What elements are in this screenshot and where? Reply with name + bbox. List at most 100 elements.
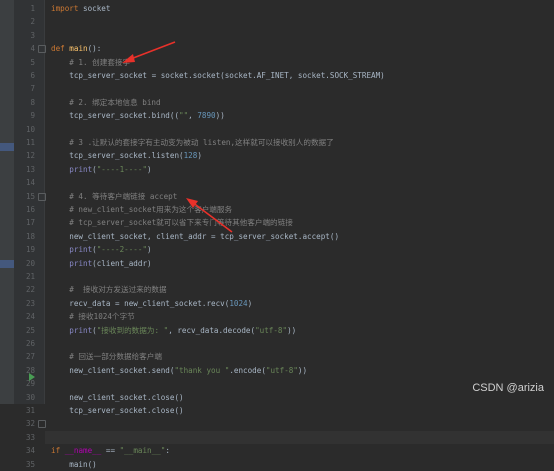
line-number: 3 (30, 30, 35, 40)
code-line[interactable]: 28 new_client_socket.send("thank you ".e… (26, 364, 554, 377)
code-line[interactable]: 8 # 2. 绑定本地信息 bind (30, 96, 554, 109)
code-line[interactable]: 34 if __name__ == "__main__": (26, 444, 554, 457)
code-token: .encode( (229, 365, 266, 375)
code-line[interactable]: 33 (26, 430, 554, 444)
code-token: , recv_data.decode( (168, 325, 256, 335)
line-number: 12 (25, 151, 35, 161)
code-token: # 接收1024个字节 (51, 312, 135, 322)
code-token: 128 (183, 151, 198, 161)
code-line[interactable]: 31 tcp_server_socket.close() (26, 404, 554, 417)
code-line[interactable]: 21 (26, 270, 554, 283)
code-token: "接收到的数据为: " (96, 325, 169, 335)
code-text: new_client_socket.close() (51, 391, 183, 404)
code-line[interactable]: 18 new_client_socket, client_addr = tcp_… (26, 230, 554, 243)
code-token: new_client_socket, client_addr = tcp_ser… (51, 231, 340, 241)
fold-marker-icon[interactable] (38, 192, 46, 201)
code-line[interactable]: 11 # 3 .让默认的套接字有主动变为被动 listen,这样就可以接收别人的… (26, 136, 554, 149)
code-token: )) (287, 325, 297, 335)
code-text: new_client_socket, client_addr = tcp_ser… (51, 230, 339, 243)
fold-marker-icon[interactable] (38, 45, 46, 54)
line-number: 31 (25, 406, 35, 415)
code-text: new_client_socket.send("thank you ".enco… (51, 364, 307, 377)
code-line[interactable]: 25 print("接收到的数据为: ", recv_data.decode("… (26, 324, 554, 337)
code-line[interactable]: 13 print("----1----") (26, 163, 554, 176)
code-token: (): (87, 44, 102, 54)
code-text: tcp_server_socket = socket.socket(socket… (51, 69, 384, 82)
code-token: # 4. 等待客户端链接 accept (51, 191, 178, 201)
code-token: 1024 (229, 298, 248, 308)
code-line[interactable]: 26 (26, 337, 554, 350)
code-line[interactable]: 12 tcp_server_socket.listen(128) (26, 149, 554, 162)
code-token: tcp_server_socket.bind(( (51, 111, 180, 121)
line-number: 35 (25, 459, 35, 469)
code-token: "utf-8" (255, 325, 288, 335)
code-token: ) (147, 164, 152, 174)
code-token: == (101, 446, 120, 456)
code-line[interactable]: 32 (26, 417, 554, 430)
code-line[interactable]: 24 # 接收1024个字节 (26, 310, 554, 323)
code-token: def (51, 44, 65, 54)
code-line[interactable]: 3 (30, 29, 554, 42)
code-line[interactable]: 27 # 回送一部分数据给客户端 (26, 350, 554, 363)
code-token: # new_client_socket用来为这个客户端服务 (51, 205, 233, 214)
line-number: 23 (25, 298, 35, 308)
line-number: 13 (25, 164, 35, 174)
code-line[interactable]: 9 tcp_server_socket.bind(("", 7890)) (30, 109, 554, 122)
code-text: # 4. 等待客户端链接 accept (51, 190, 177, 203)
code-text: # 回送一部分数据给客户端 (51, 350, 162, 363)
line-number: 18 (25, 231, 35, 241)
code-line[interactable]: 4 def main(): (30, 42, 554, 55)
code-text: tcp_server_socket.close() (51, 404, 184, 417)
code-token: "utf-8" (265, 365, 298, 375)
run-icon[interactable] (29, 373, 35, 381)
code-editor[interactable]: 1 import socket 2 3 4 def main(): 5 # 1. 创建套接字… (26, 0, 554, 469)
code-text: # new_client_socket用来为这个客户端服务 (51, 203, 232, 216)
code-line[interactable]: 7 (30, 82, 554, 95)
code-line[interactable]: 35 main() (26, 458, 554, 471)
code-line[interactable]: 23 recv_data = new_client_socket.recv(10… (26, 297, 554, 310)
code-text: print(client_addr) (51, 257, 151, 270)
code-line[interactable]: 17 # tcp_server_socket就可以省下来专门等待其他客户端的链接 (26, 216, 554, 229)
code-text: # 1. 创建套接字 (51, 56, 130, 69)
code-token: ) (197, 151, 202, 161)
code-line[interactable]: 20 print(client_addr) (26, 257, 554, 270)
code-line[interactable]: 22 # 接收对方发送过来的数据 (26, 283, 554, 296)
code-token: , (188, 111, 198, 121)
code-token: 7890 (197, 111, 216, 121)
code-line[interactable]: 14 (26, 176, 554, 189)
code-line[interactable]: 16 # new_client_socket用来为这个客户端服务 (26, 203, 554, 216)
code-line[interactable]: 2 (30, 15, 554, 28)
code-token: ) (247, 298, 253, 308)
code-text: if __name__ == "__main__": (51, 444, 170, 457)
line-number: 1 (30, 4, 35, 13)
code-token: # 1. 创建套接字 (51, 57, 131, 67)
code-text: # 3 .让默认的套接字有主动变为被动 listen,这样就可以接收别人的数据了 (51, 136, 333, 149)
line-number: 30 (25, 392, 35, 402)
code-line[interactable]: 5 # 1. 创建套接字 (30, 56, 554, 69)
fold-marker-icon[interactable] (38, 420, 46, 429)
line-number: 32 (25, 419, 35, 429)
code-token: recv_data = new_client_socket.recv( (51, 298, 230, 308)
code-text: print("接收到的数据为: ", recv_data.decode("utf… (51, 324, 296, 337)
code-text: # tcp_server_socket就可以省下来专门等待其他客户端的链接 (51, 216, 293, 229)
line-number: 15 (25, 191, 35, 201)
code-line[interactable]: 1 import socket (30, 2, 554, 15)
line-number: 26 (25, 339, 35, 348)
code-line[interactable]: 15 # 4. 等待客户端链接 accept (26, 190, 554, 203)
code-line[interactable]: 19 print("----2----") (26, 243, 554, 256)
line-number: 27 (25, 352, 35, 362)
code-token: tcp_server_socket.close() (51, 406, 184, 415)
code-line[interactable]: 10 (26, 123, 554, 136)
code-line[interactable]: 6 tcp_server_socket = socket.socket(sock… (30, 69, 554, 82)
line-number: 6 (30, 71, 35, 80)
code-text: # 2. 绑定本地信息 bind (51, 96, 160, 109)
watermark: CSDN @arizia (472, 382, 544, 394)
code-text: # 接收对方发送过来的数据 (51, 283, 166, 296)
code-token: tcp_server_socket.listen( (51, 151, 184, 161)
line-number: 25 (25, 325, 35, 335)
code-token: ) (147, 245, 152, 255)
line-number: 8 (30, 97, 35, 107)
